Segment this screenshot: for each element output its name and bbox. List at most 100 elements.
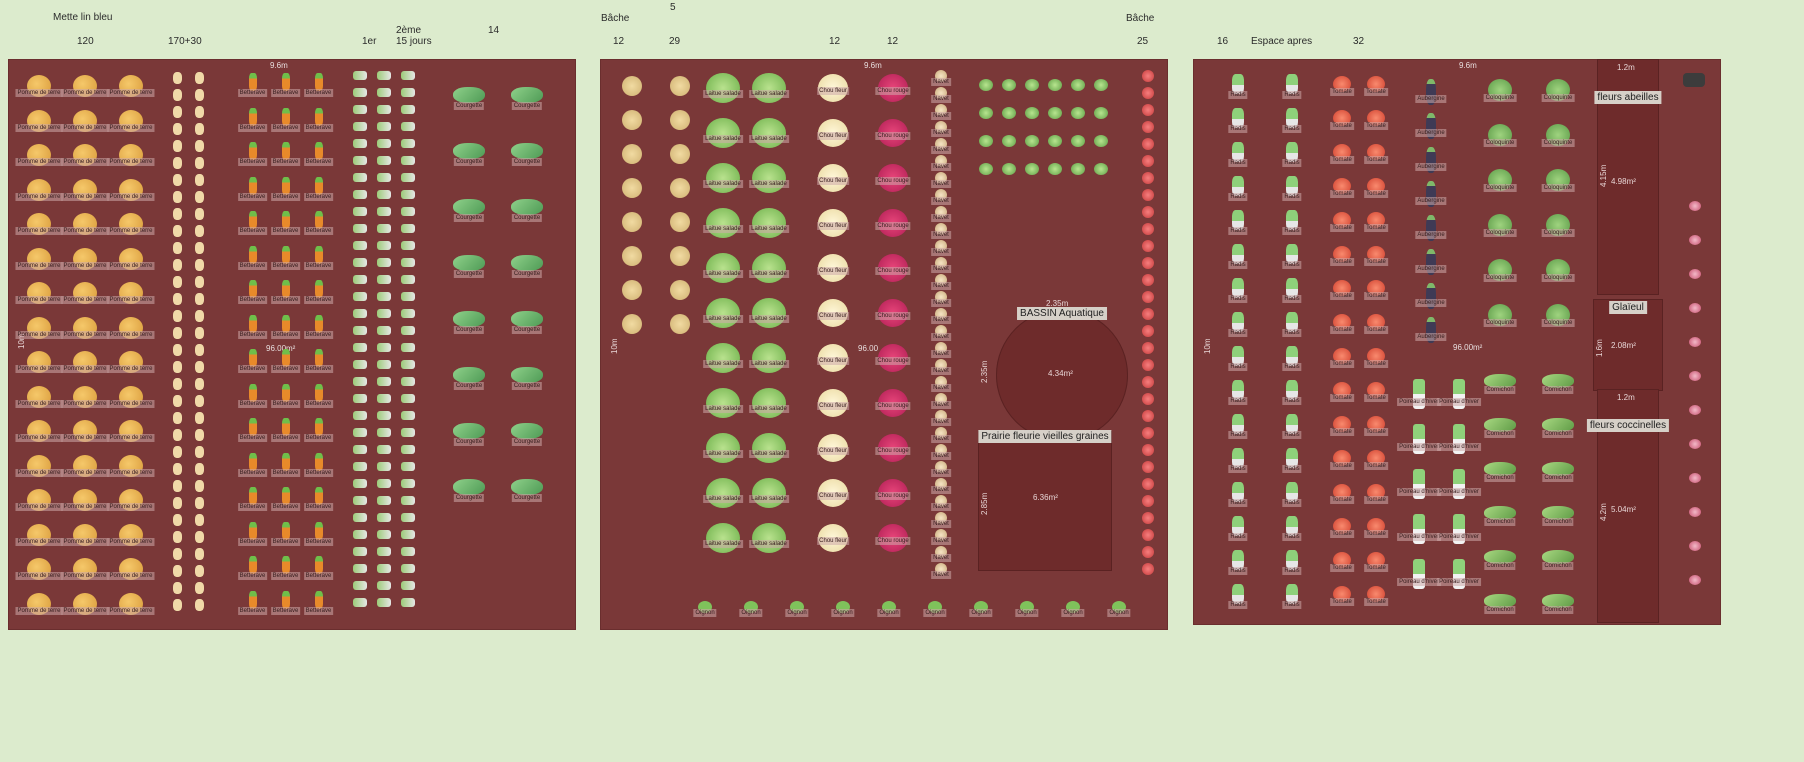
courgette-plant[interactable]: Courgette (440, 235, 498, 291)
turnip-plant[interactable]: Navet (930, 475, 952, 494)
potato-plant[interactable]: Pomme de terre (61, 345, 109, 380)
lettuce-plant[interactable]: Laitue salade (700, 290, 746, 335)
potato-plant[interactable]: Pomme de terre (61, 311, 109, 346)
tomato-plant[interactable]: Tomate (1359, 271, 1393, 305)
radish-plant[interactable]: Radis (1211, 169, 1265, 203)
turnip-plant[interactable]: Navet (930, 509, 952, 528)
tomato-plant[interactable]: Tomate (1359, 101, 1393, 135)
seedling-plant[interactable] (348, 407, 372, 424)
cauliflower-plant[interactable]: Chou fleur (810, 245, 856, 290)
tomato-plant[interactable]: Tomate (1325, 509, 1359, 543)
bulb-plant[interactable] (166, 86, 188, 103)
seedling-plant[interactable] (396, 577, 420, 594)
gherkin-plant[interactable]: Cornichon (1471, 403, 1529, 447)
melon-plant[interactable] (656, 273, 704, 307)
flower-plant[interactable] (1683, 563, 1707, 597)
lettuce-plant[interactable]: Laitue salade (746, 65, 792, 110)
lettuce-plant[interactable]: Laitue salade (700, 515, 746, 560)
onion-plant[interactable]: Oignon (1050, 587, 1096, 627)
zone-fleurs-abeilles[interactable]: 1.2m fleurs abeilles 4.15m 4.98m² (1594, 59, 1662, 295)
bulb-plant[interactable] (166, 375, 188, 392)
seedling-plant[interactable] (396, 169, 420, 186)
lettuce-plant[interactable]: Laitue salade (746, 155, 792, 200)
seedling-plant[interactable] (396, 220, 420, 237)
pepper-plant[interactable] (974, 99, 997, 127)
bulb-plant[interactable] (188, 256, 210, 273)
gherkin-plant[interactable]: Cornichon (1529, 535, 1587, 579)
seedling-plant[interactable] (396, 407, 420, 424)
cauliflower-plant[interactable]: Chou fleur (810, 335, 856, 380)
potato-plant[interactable]: Pomme de terre (107, 276, 155, 311)
beet-carrot-plant[interactable]: Betterave (302, 100, 335, 135)
potato-plant[interactable]: Pomme de terre (107, 380, 155, 415)
courgette-plant[interactable]: Courgette (440, 459, 498, 515)
radish-plant[interactable]: Radis (1265, 373, 1319, 407)
radish-plant[interactable]: Radis (1211, 67, 1265, 101)
seedling-plant[interactable] (396, 390, 420, 407)
potato-plant[interactable]: Pomme de terre (61, 483, 109, 518)
melon-plant[interactable] (656, 307, 704, 341)
potato-plant[interactable]: Pomme de terre (107, 138, 155, 173)
pepper-plant[interactable] (1066, 155, 1089, 183)
seedling-plant[interactable] (348, 373, 372, 390)
potato-plant[interactable]: Pomme de terre (15, 207, 63, 242)
melon-plant[interactable] (656, 171, 704, 205)
potato-plant[interactable]: Pomme de terre (107, 242, 155, 277)
red-cabbage-plant[interactable]: Chou rouge (870, 380, 916, 425)
potato-plant[interactable]: Pomme de terre (61, 173, 109, 208)
melon-plant[interactable] (608, 171, 656, 205)
strawberry-plant[interactable] (1136, 424, 1160, 441)
melon-plant[interactable] (656, 69, 704, 103)
bassin-aquatique[interactable]: 2.35m 2.35m BASSIN Aquatique 4.34m² (980, 299, 1128, 441)
seedling-plant[interactable] (348, 339, 372, 356)
radish-plant[interactable]: Radis (1265, 101, 1319, 135)
tomato-plant[interactable]: Tomate (1325, 373, 1359, 407)
seedling-plant[interactable] (396, 203, 420, 220)
potato-plant[interactable]: Pomme de terre (15, 69, 63, 104)
strawberry-plant[interactable] (1136, 237, 1160, 254)
squash-plant[interactable]: Coloquinte (1471, 112, 1529, 157)
seedling-plant[interactable] (396, 373, 420, 390)
seedling-plant[interactable] (348, 135, 372, 152)
potato-plant[interactable]: Pomme de terre (15, 414, 63, 449)
pepper-plant[interactable] (1043, 127, 1066, 155)
seedling-plant[interactable] (348, 356, 372, 373)
seedling-plant[interactable] (348, 271, 372, 288)
tomato-plant[interactable]: Tomate (1325, 237, 1359, 271)
beet-carrot-plant[interactable]: Betterave (236, 376, 269, 411)
radish-plant[interactable]: Radis (1211, 509, 1265, 543)
eggplant-plant[interactable]: Aubergine (1409, 245, 1453, 279)
radish-plant[interactable]: Radis (1265, 577, 1319, 611)
courgette-plant[interactable]: Courgette (440, 291, 498, 347)
bulb-plant[interactable] (188, 443, 210, 460)
potato-plant[interactable]: Pomme de terre (107, 483, 155, 518)
potato-plant[interactable]: Pomme de terre (15, 552, 63, 587)
radish-plant[interactable]: Radis (1211, 441, 1265, 475)
pepper-plant[interactable] (1020, 155, 1043, 183)
squash-plant[interactable]: Coloquinte (1529, 67, 1587, 112)
turnip-plant[interactable]: Navet (930, 356, 952, 375)
pepper-plant[interactable] (974, 155, 997, 183)
seedling-plant[interactable] (396, 118, 420, 135)
tomato-plant[interactable]: Tomate (1325, 339, 1359, 373)
seedling-plant[interactable] (372, 203, 396, 220)
strawberry-plant[interactable] (1136, 526, 1160, 543)
seedling-plant[interactable] (348, 424, 372, 441)
tomato-plant[interactable]: Tomate (1359, 441, 1393, 475)
courgette-plant[interactable]: Courgette (498, 291, 556, 347)
pepper-plant[interactable] (1089, 99, 1112, 127)
potato-plant[interactable]: Pomme de terre (61, 518, 109, 553)
strawberry-plant[interactable] (1136, 339, 1160, 356)
pepper-plant[interactable] (974, 127, 997, 155)
seedling-plant[interactable] (372, 305, 396, 322)
seedling-plant[interactable] (396, 594, 420, 611)
strawberry-plant[interactable] (1136, 305, 1160, 322)
seedling-plant[interactable] (396, 526, 420, 543)
bulb-plant[interactable] (188, 171, 210, 188)
seedling-plant[interactable] (372, 254, 396, 271)
seedling-plant[interactable] (372, 441, 396, 458)
beet-carrot-plant[interactable]: Betterave (236, 238, 269, 273)
courgette-plant[interactable]: Courgette (440, 403, 498, 459)
garden-bed-2[interactable]: 9.6m 10m 96.00 Laitue salade Laitue salad… (600, 59, 1168, 630)
seedling-plant[interactable] (348, 390, 372, 407)
